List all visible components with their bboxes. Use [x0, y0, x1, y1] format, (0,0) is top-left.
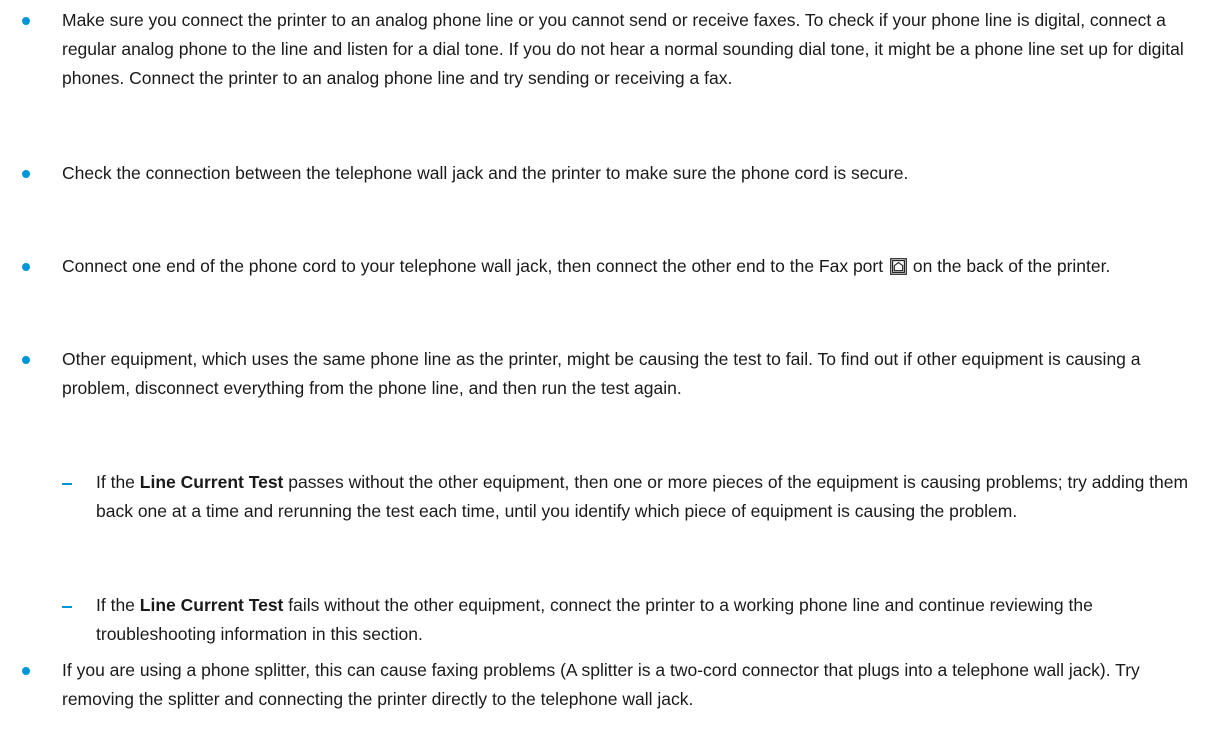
list-item-text-after-icon: on the back of the printer.: [912, 256, 1111, 276]
list-item-text-before-icon: Connect one end of the phone cord to you…: [62, 256, 884, 276]
bullet-dot: [22, 667, 30, 675]
bullet-dot: [22, 17, 30, 25]
sub-list-item-text: If the Line Current Test passes without …: [96, 468, 1206, 526]
test-name-bold: Line Current Test: [139, 595, 284, 615]
test-name-bold: Line Current Test: [139, 472, 284, 492]
list-item-text: Other equipment, which uses the same pho…: [62, 349, 1141, 398]
sub-item-prefix: If the: [96, 595, 135, 615]
bullet-dot: [22, 356, 30, 364]
list-item-text: Make sure you connect the printer to an …: [62, 10, 1184, 88]
dash-marker: [62, 606, 72, 608]
list-item-text: Connect one end of the phone cord to you…: [62, 252, 1212, 281]
bullet-dot: [22, 263, 30, 271]
sub-item-prefix: If the: [96, 472, 135, 492]
sub-list-item-text: If the Line Current Test fails without t…: [96, 591, 1206, 649]
bullet-dot: [22, 170, 30, 178]
fax-port-icon: [890, 258, 907, 275]
list-item-text: If you are using a phone splitter, this …: [62, 660, 1140, 709]
list-item-text: Check the connection between the telepho…: [62, 163, 909, 183]
dash-marker: [62, 483, 72, 485]
